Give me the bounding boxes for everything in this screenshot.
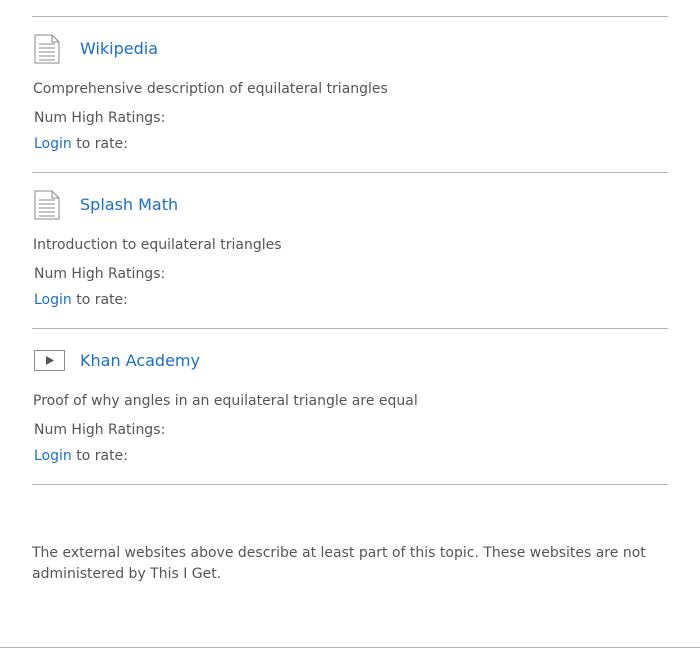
resource-item: Splash Math Introduction to equilateral … [0, 173, 700, 328]
external-sites-disclaimer: The external websites above describe at … [32, 545, 646, 582]
resource-item: Wikipedia Comprehensive description of e… [0, 17, 700, 172]
login-link[interactable]: Login [34, 136, 72, 152]
resource-description: Proof of why angles in an equilateral tr… [33, 393, 418, 409]
rate-line: Login to rate: [34, 135, 128, 153]
num-high-ratings-label: Num High Ratings: [34, 266, 166, 282]
rate-suffix: to rate: [71, 292, 128, 308]
rate-suffix: to rate: [71, 136, 128, 152]
rate-suffix: to rate: [71, 448, 128, 464]
login-link[interactable]: Login [34, 448, 72, 464]
num-high-ratings-label: Num High Ratings: [34, 422, 166, 438]
rate-line: Login to rate: [34, 447, 128, 465]
rate-line: Login to rate: [34, 291, 128, 309]
resource-title-link[interactable]: Wikipedia [80, 39, 158, 59]
document-icon [34, 34, 60, 68]
divider [32, 484, 668, 485]
login-link[interactable]: Login [34, 292, 72, 308]
resource-title-link[interactable]: Splash Math [80, 195, 178, 215]
resource-item: Khan Academy Proof of why angles in an e… [0, 329, 700, 484]
divider [0, 647, 700, 648]
resource-title-link[interactable]: Khan Academy [80, 351, 200, 371]
resource-description: Comprehensive description of equilateral… [33, 81, 388, 97]
video-play-icon [34, 350, 66, 376]
document-icon [34, 190, 60, 224]
resource-description: Introduction to equilateral triangles [33, 237, 282, 253]
num-high-ratings-label: Num High Ratings: [34, 110, 166, 126]
